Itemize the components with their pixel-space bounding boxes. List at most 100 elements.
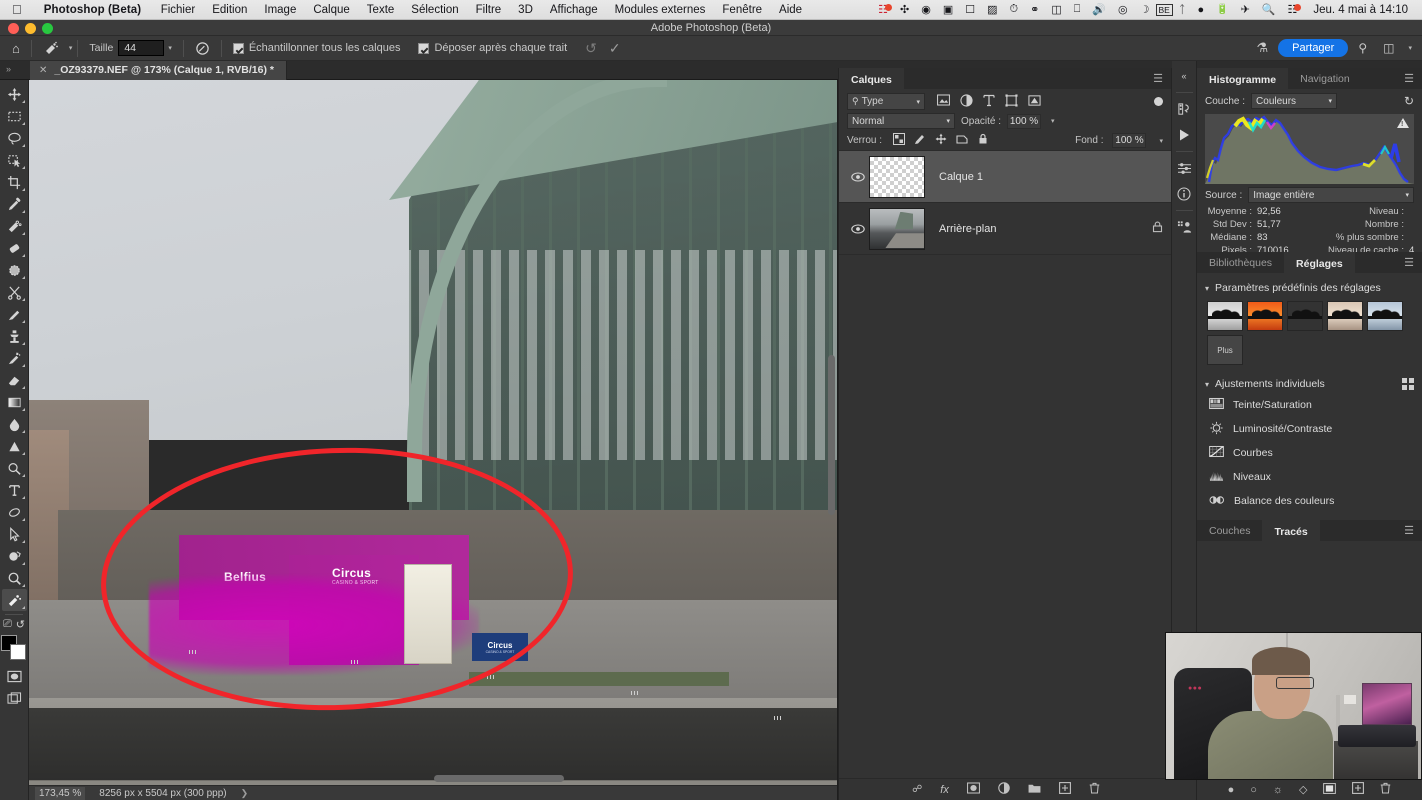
layer-mask-icon[interactable] <box>966 782 980 797</box>
delete-path-icon[interactable] <box>1380 782 1391 797</box>
adjustment-color-balance[interactable]: Balance des couleurs <box>1197 489 1422 513</box>
collapse-panel-icon[interactable]: » <box>6 64 11 74</box>
zoom-level-field[interactable]: 173,45 % <box>35 786 86 800</box>
volume-icon[interactable]: 🔊 <box>1086 3 1112 16</box>
do-not-disturb-icon[interactable]: ◉ <box>915 3 937 16</box>
object-selection-tool[interactable] <box>2 149 27 171</box>
battery-icon[interactable]: 🔋 <box>1210 4 1234 15</box>
dodge-tool[interactable] <box>2 435 27 457</box>
menu-affichage[interactable]: Affichage <box>541 4 606 16</box>
remove-tool[interactable] <box>1 589 27 611</box>
direct-selection-tool[interactable] <box>2 523 27 545</box>
actions-icon[interactable] <box>1172 214 1197 240</box>
brush-size-value[interactable]: 44 <box>118 40 165 56</box>
menu-fichier[interactable]: Fichier <box>152 4 204 16</box>
brush-tool[interactable] <box>2 303 27 325</box>
share-button[interactable]: Partager <box>1278 39 1349 57</box>
adjustment-hue-saturation[interactable]: Teinte/Saturation <box>1197 393 1422 417</box>
tab-histogramme[interactable]: Histogramme <box>1197 68 1289 89</box>
tab-navigation[interactable]: Navigation <box>1288 68 1362 89</box>
time-machine-icon[interactable]: ⏱ <box>1004 3 1025 16</box>
workspace-icon[interactable]: ◫ <box>1377 36 1400 61</box>
history-brush-tool[interactable] <box>2 347 27 369</box>
path-selection-tool[interactable] <box>2 501 27 523</box>
panel-menu-icon[interactable]: ☰ <box>1404 252 1422 273</box>
lock-artboard-icon[interactable] <box>956 133 968 148</box>
tab-traces[interactable]: Tracés <box>1262 520 1320 541</box>
collapse-icon[interactable]: « <box>1172 63 1197 89</box>
layer-name-calque-1[interactable]: Calque 1 <box>939 171 983 183</box>
opacity-value[interactable]: 100 % <box>1007 113 1042 129</box>
spot-healing-brush-icon[interactable] <box>37 36 65 61</box>
type-layers-filter-icon[interactable] <box>983 94 995 110</box>
layer-filter-toggle[interactable] <box>1154 97 1163 106</box>
quick-mask-icon[interactable] <box>2 665 27 687</box>
maximize-window-button[interactable] <box>42 23 53 34</box>
menu-selection[interactable]: Sélection <box>403 4 467 16</box>
default-colors-icon[interactable]: ⎚ <box>3 618 12 631</box>
swap-colors-icon[interactable]: ↺ <box>16 618 25 631</box>
airplay-icon[interactable]: ☐ <box>959 3 981 16</box>
adjustment-layer-icon[interactable] <box>998 782 1010 797</box>
move-tool[interactable] <box>2 83 27 105</box>
adjustment-layers-filter-icon[interactable] <box>960 93 973 110</box>
smart-object-filter-icon[interactable] <box>1028 94 1041 110</box>
wifi-icon[interactable]: ✈ <box>1235 3 1256 16</box>
lock-transparency-icon[interactable] <box>893 133 906 148</box>
close-window-button[interactable] <box>8 23 19 34</box>
battery-vertical-icon[interactable]: ▨ <box>981 3 1003 16</box>
lock-position-icon[interactable] <box>935 133 947 148</box>
pixel-layers-filter-icon[interactable] <box>937 94 950 109</box>
play-circle-icon[interactable]: ◎ <box>1112 3 1134 16</box>
adjustment-curves[interactable]: Courbes <box>1197 441 1422 465</box>
fill-value[interactable]: 100 % <box>1112 133 1147 148</box>
chevron-right-icon[interactable]: ❯ <box>241 788 249 799</box>
layer-thumbnail-photo[interactable] <box>869 207 925 250</box>
new-path-icon[interactable] <box>1352 782 1365 797</box>
window-controls[interactable] <box>8 23 53 34</box>
panel-menu-icon[interactable]: ☰ <box>1404 68 1422 89</box>
cached-data-warning-icon[interactable] <box>1397 118 1409 128</box>
layer-style-fx-icon[interactable]: fx <box>940 784 949 796</box>
butterfly-icon[interactable]: ✣ <box>894 3 915 16</box>
menu-3d[interactable]: 3D <box>510 4 542 16</box>
adjustment-presets-icon[interactable] <box>1172 96 1197 122</box>
image-canvas[interactable]: Belfius Circus CASINO & SPORT Circus CAS… <box>29 80 837 785</box>
blend-mode-select[interactable]: Normal ▾ <box>847 113 955 129</box>
color-swatches[interactable] <box>1 635 27 661</box>
layer-row-calque-1[interactable]: Calque 1 <box>839 151 1171 203</box>
menu-filtre[interactable]: Filtre <box>467 4 510 16</box>
notification-badge-icon[interactable]: ☷ <box>872 3 894 16</box>
search-icon[interactable]: 🔍 <box>1256 3 1282 16</box>
properties-sliders-icon[interactable] <box>1172 155 1197 181</box>
brush-size-field[interactable]: Taille 44 ▾ <box>83 36 177 61</box>
load-selection-icon[interactable]: ☼ <box>1273 784 1283 796</box>
menu-clock[interactable]: Jeu. 4 mai à 14:10 <box>1303 4 1414 16</box>
panel-menu-icon[interactable]: ☰ <box>1153 68 1171 89</box>
tab-reglages[interactable]: Réglages <box>1284 252 1355 273</box>
panel-menu-icon[interactable]: ☰ <box>1404 520 1422 541</box>
document-tab[interactable]: ✕ _OZ93379.NEF @ 173% (Calque 1, RVB/16)… <box>30 60 287 80</box>
preset-vintage[interactable] <box>1327 301 1363 331</box>
tab-calques[interactable]: Calques <box>839 68 904 89</box>
lock-image-icon[interactable] <box>914 133 926 148</box>
preset-default[interactable] <box>1207 301 1243 331</box>
lock-all-icon[interactable] <box>977 133 989 148</box>
eraser-tool[interactable] <box>2 369 27 391</box>
new-layer-icon[interactable] <box>1058 782 1071 797</box>
minimize-window-button[interactable] <box>25 23 36 34</box>
delete-layer-icon[interactable] <box>1089 782 1100 797</box>
blur-tool[interactable] <box>2 413 27 435</box>
layer-name-arriere-plan[interactable]: Arrière-plan <box>939 223 996 235</box>
menu-modules-externes[interactable]: Modules externes <box>606 4 714 16</box>
moon-icon[interactable]: ☽ <box>1134 3 1156 16</box>
screen-record-icon[interactable]: ▣ <box>937 3 959 16</box>
stats-icon[interactable]: ◫ <box>1045 3 1067 16</box>
layer-filter-type-select[interactable]: ⚲ Type ▾ <box>847 93 925 110</box>
menu-texte[interactable]: Texte <box>358 4 403 16</box>
layer-visibility-icon[interactable] <box>847 223 869 234</box>
display-icon[interactable]: ⎕ <box>1068 3 1087 16</box>
brush-settings-icon[interactable] <box>189 36 216 61</box>
layer-row-arriere-plan[interactable]: Arrière-plan <box>839 203 1171 255</box>
preset-sepia[interactable] <box>1287 301 1323 331</box>
